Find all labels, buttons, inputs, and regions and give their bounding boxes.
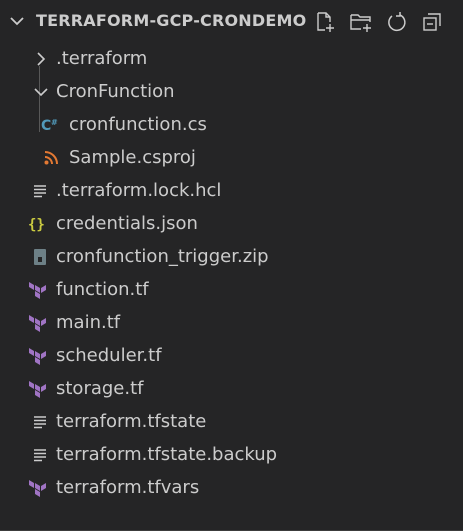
tree-item-main-tf[interactable]: main.tf xyxy=(0,306,463,339)
chevron-right-icon xyxy=(30,48,52,70)
tree-item-label: scheduler.tf xyxy=(56,345,162,366)
chevron-down-icon[interactable] xyxy=(8,12,26,30)
tree-item-sample-csproj[interactable]: Sample.csproj xyxy=(0,141,463,174)
tree-item-label: credentials.json xyxy=(56,213,198,234)
tree-item-label: Sample.csproj xyxy=(69,147,196,168)
terraform-icon xyxy=(27,279,49,301)
zip-icon xyxy=(29,246,51,268)
terraform-icon xyxy=(27,477,49,499)
tree-item-label: .terraform xyxy=(56,48,148,69)
tree-item-label: terraform.tfstate xyxy=(56,411,207,432)
chevron-down-icon xyxy=(30,81,52,103)
tree-item-label: terraform.tfstate.backup xyxy=(56,444,278,465)
svg-text:#: # xyxy=(51,118,58,127)
json-icon: {} xyxy=(27,213,49,235)
tree-item-terraform-lock-hcl[interactable]: .terraform.lock.hcl xyxy=(0,174,463,207)
tree-item-label: cronfunction.cs xyxy=(69,114,207,135)
collapse-all-icon[interactable] xyxy=(421,10,445,34)
svg-text:{}: {} xyxy=(28,217,45,233)
tree-item-terraform-folder[interactable]: .terraform xyxy=(0,42,463,75)
tree-item-storage-tf[interactable]: storage.tf xyxy=(0,372,463,405)
tree-item-cronfunction-folder[interactable]: CronFunction xyxy=(0,75,463,108)
tree-item-credentials-json[interactable]: {} credentials.json xyxy=(0,207,463,240)
tree-item-label: main.tf xyxy=(56,312,121,333)
new-file-icon[interactable] xyxy=(313,10,337,34)
lines-icon xyxy=(29,411,51,433)
explorer-header[interactable]: TERRAFORM-GCP-CRONDEMO xyxy=(0,0,463,42)
tree-item-cronfunction-cs[interactable]: C # cronfunction.cs xyxy=(0,108,463,141)
refresh-icon[interactable] xyxy=(385,10,409,34)
tree-item-label: storage.tf xyxy=(56,378,144,399)
tree-item-terraform-tfvars[interactable]: terraform.tfvars xyxy=(0,471,463,504)
terraform-icon xyxy=(27,378,49,400)
tree-item-terraform-tfstate[interactable]: terraform.tfstate xyxy=(0,405,463,438)
csharp-icon: C # xyxy=(40,114,62,136)
tree-item-terraform-tfstate-backup[interactable]: terraform.tfstate.backup xyxy=(0,438,463,471)
explorer-panel: TERRAFORM-GCP-CRONDEMO .terraform CronFu… xyxy=(0,0,463,531)
tree-item-label: function.tf xyxy=(56,279,149,300)
tree-item-label: cronfunction_trigger.zip xyxy=(56,246,269,267)
rss-icon xyxy=(40,147,62,169)
tree-item-cronfunction-trigger-zip[interactable]: cronfunction_trigger.zip xyxy=(0,240,463,273)
file-tree: .terraform CronFunction C # cronfunction… xyxy=(0,42,463,504)
explorer-actions xyxy=(313,10,445,34)
tree-item-label: .terraform.lock.hcl xyxy=(56,180,222,201)
svg-text:C: C xyxy=(41,118,51,134)
workspace-title[interactable]: TERRAFORM-GCP-CRONDEMO xyxy=(36,11,306,30)
lines-icon xyxy=(29,444,51,466)
new-folder-icon[interactable] xyxy=(349,10,373,34)
tree-item-function-tf[interactable]: function.tf xyxy=(0,273,463,306)
tree-item-scheduler-tf[interactable]: scheduler.tf xyxy=(0,339,463,372)
terraform-icon xyxy=(27,345,49,367)
tree-item-label: CronFunction xyxy=(56,81,175,102)
terraform-icon xyxy=(27,312,49,334)
tree-item-label: terraform.tfvars xyxy=(56,477,200,498)
lines-icon xyxy=(29,180,51,202)
